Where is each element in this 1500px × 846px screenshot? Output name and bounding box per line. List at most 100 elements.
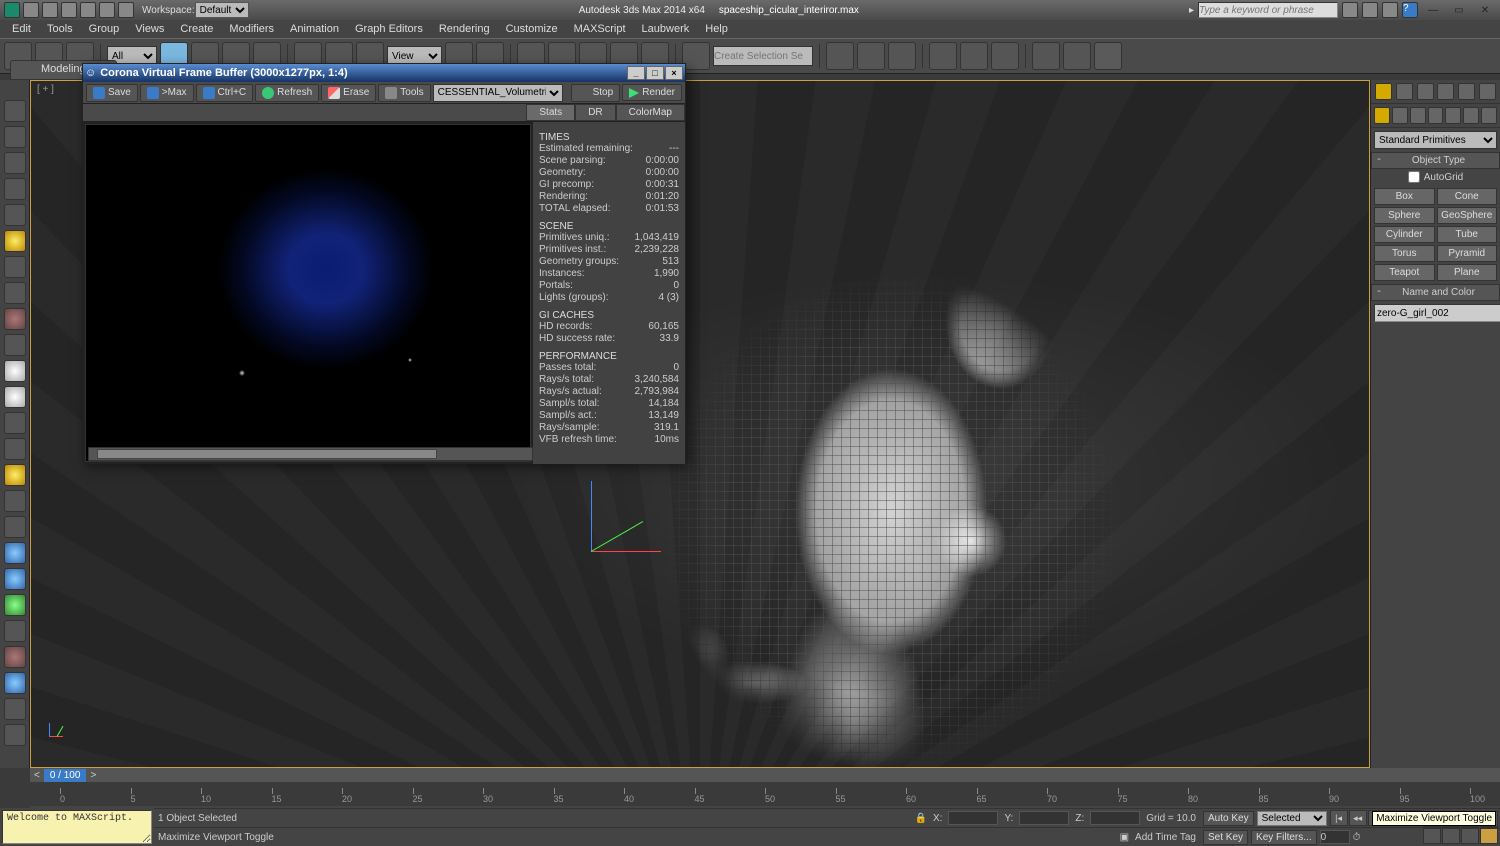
keyfilters-button[interactable]: Key Filters... [1251,830,1317,845]
help-icon[interactable]: ? [1402,2,1418,18]
time-config-icon[interactable]: ⏱ [1353,832,1361,843]
prim-torus[interactable]: Torus [1374,245,1435,262]
lt-icon[interactable] [4,516,26,538]
frame-indicator[interactable]: 0 / 100 [44,769,87,782]
maxscript-listener[interactable]: Welcome to MAXScript. [2,810,152,844]
menu-animation[interactable]: Animation [282,21,347,37]
named-sel-icon[interactable] [682,42,710,70]
prev-frame-icon[interactable]: ◂◂ [1349,810,1367,826]
render-frame-icon[interactable] [1063,42,1091,70]
menu-create[interactable]: Create [172,21,221,37]
lt-icon[interactable] [4,256,26,278]
workspace-select[interactable]: Default [195,2,249,18]
geometry-cat-icon[interactable] [1374,107,1390,124]
vfb-render-button[interactable]: Render [622,84,682,101]
menu-modifiers[interactable]: Modifiers [221,21,282,37]
lt-icon[interactable] [4,308,26,330]
prim-cylinder[interactable]: Cylinder [1374,226,1435,243]
lt-icon[interactable] [4,152,26,174]
prim-box[interactable]: Box [1374,188,1435,205]
menu-tools[interactable]: Tools [39,21,81,37]
align-icon[interactable] [857,42,885,70]
named-selection-set[interactable] [713,46,813,66]
layers-icon[interactable] [888,42,916,70]
systems-cat-icon[interactable] [1481,107,1497,124]
keymode-select[interactable]: Selected [1257,811,1327,826]
lt-icon[interactable] [4,412,26,434]
project-icon[interactable] [118,2,134,18]
minimize-button[interactable]: — [1422,2,1444,18]
mirror-icon[interactable] [826,42,854,70]
autogrid-checkbox[interactable] [1408,171,1420,183]
modify-tab-icon[interactable] [1396,83,1413,100]
lt-icon[interactable] [4,126,26,148]
vfb-close-button[interactable]: × [665,66,683,80]
current-frame-input[interactable] [1320,830,1350,844]
menu-views[interactable]: Views [127,21,172,37]
subcategory-dropdown[interactable]: Standard Primitives [1374,131,1497,149]
vfb-erase-button[interactable]: Erase [321,84,376,102]
lt-icon[interactable] [4,230,26,252]
lt-icon[interactable] [4,672,26,694]
lt-icon[interactable] [4,542,26,564]
material-editor-icon[interactable] [991,42,1019,70]
vfb-element-select[interactable]: CESSENTIAL_Volumetrics [433,84,563,102]
vfb-tab-colormap[interactable]: ColorMap [616,104,685,121]
close-button[interactable]: ✕ [1474,2,1496,18]
lt-icon[interactable] [4,724,26,746]
signin-icon[interactable] [1342,2,1358,18]
spacewarps-cat-icon[interactable] [1463,107,1479,124]
lt-icon[interactable] [4,620,26,642]
menu-laubwerk[interactable]: Laubwerk [634,21,698,37]
object-name-input[interactable] [1374,304,1500,322]
save-icon[interactable] [61,2,77,18]
prim-sphere[interactable]: Sphere [1374,207,1435,224]
orbit-icon[interactable] [1442,828,1460,844]
lt-icon[interactable] [4,698,26,720]
menu-group[interactable]: Group [81,21,128,37]
prim-tube[interactable]: Tube [1437,226,1498,243]
schematic-icon[interactable] [960,42,988,70]
goto-start-icon[interactable]: |◂ [1330,810,1348,826]
vfb-save-button[interactable]: Save [86,84,138,102]
vfb-tab-dr[interactable]: DR [575,104,615,121]
setkey-button[interactable]: Set Key [1203,830,1248,845]
favorites-icon[interactable] [1382,2,1398,18]
vfb-max-button[interactable]: □ [646,66,664,80]
vfb-render-view[interactable] [85,124,531,462]
menu-customize[interactable]: Customize [498,21,566,37]
lt-icon[interactable] [4,334,26,356]
prim-plane[interactable]: Plane [1437,264,1498,281]
menu-edit[interactable]: Edit [4,21,39,37]
time-ruler[interactable]: 0510152025303540455055606570758085909510… [30,782,1500,806]
utilities-tab-icon[interactable] [1479,83,1496,100]
lt-icon[interactable] [4,490,26,512]
menu-maxscript[interactable]: MAXScript [566,21,634,37]
redo-icon[interactable] [99,2,115,18]
lt-icon[interactable] [4,646,26,668]
create-tab-icon[interactable] [1375,83,1392,100]
lt-icon[interactable] [4,386,26,408]
vfb-hscroll[interactable] [88,447,533,461]
timeline-left-arrow[interactable]: < [34,770,40,781]
lock-icon[interactable]: 🔒 [915,813,927,824]
vfb-tab-stats[interactable]: Stats [526,104,575,121]
coord-z-input[interactable] [1090,811,1140,825]
max-viewport-icon[interactable] [1480,828,1498,844]
time-tag-icon[interactable]: ▣ [1120,832,1129,843]
display-tab-icon[interactable] [1458,83,1475,100]
coord-y-input[interactable] [1019,811,1069,825]
app-icon[interactable] [4,2,20,18]
zoom-ext-icon[interactable] [1423,828,1441,844]
lt-icon[interactable] [4,178,26,200]
lt-icon[interactable] [4,568,26,590]
vfb-stop-button[interactable]: Stop [571,84,621,102]
lt-icon[interactable] [4,464,26,486]
prim-pyramid[interactable]: Pyramid [1437,245,1498,262]
lt-icon[interactable] [4,282,26,304]
menu-help[interactable]: Help [697,21,736,37]
maximize-button[interactable]: ▭ [1448,2,1470,18]
cameras-cat-icon[interactable] [1428,107,1444,124]
lt-icon[interactable] [4,204,26,226]
helpers-cat-icon[interactable] [1445,107,1461,124]
